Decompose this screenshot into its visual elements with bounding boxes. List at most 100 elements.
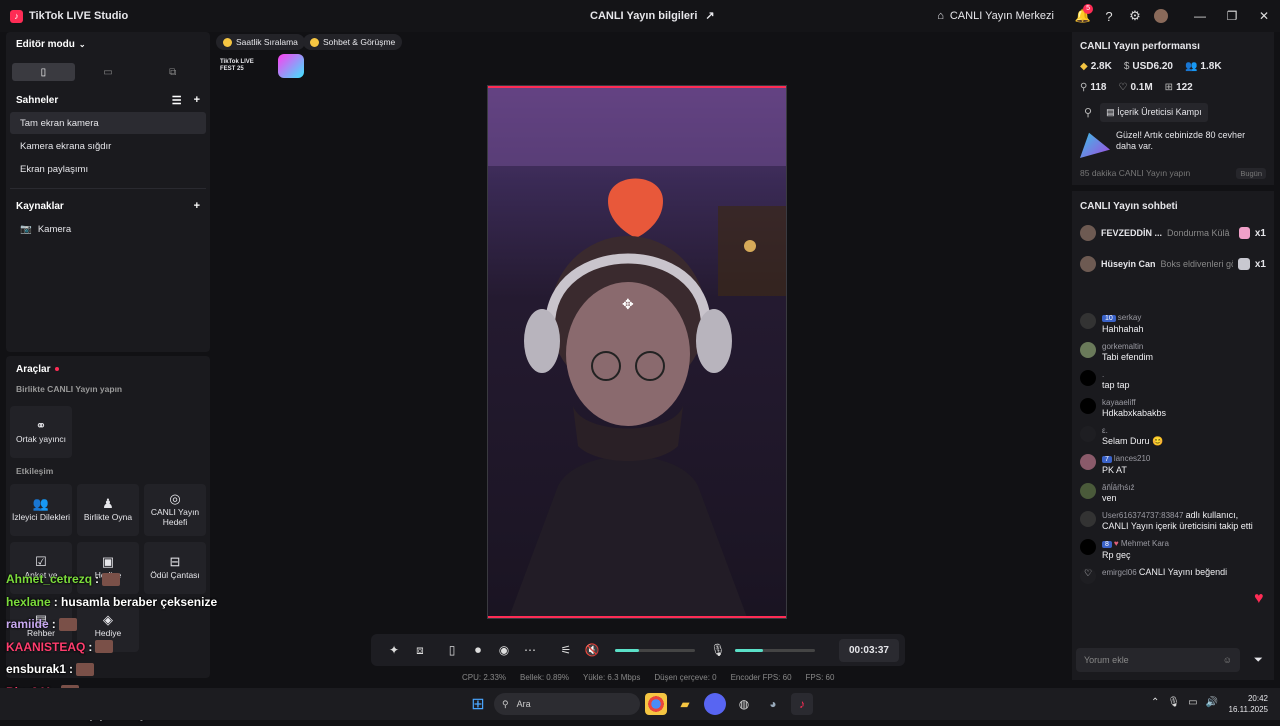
stat-value: USD6.20 (1132, 61, 1173, 72)
task-text: 85 dakika CANLI Yayın yapın (1080, 168, 1191, 178)
dual-mode-button[interactable]: ⧉ (141, 63, 204, 81)
avatar (1080, 313, 1096, 329)
display-icon[interactable]: ▭ (1188, 697, 1197, 708)
volume-icon[interactable]: 🔊 (1206, 697, 1218, 708)
chrome-icon[interactable] (645, 693, 667, 715)
overlay-chat-line: ensburak1: (6, 658, 217, 681)
more-button[interactable]: ⋯ (517, 637, 543, 663)
taskbar-search[interactable]: ⚲ Ara (494, 693, 640, 715)
sliders-icon: ⚟ (560, 643, 572, 657)
creator-camp-button[interactable]: ▤ İçerik Üreticisi Kampı (1100, 103, 1208, 122)
chat-meet-pill[interactable]: Sohbet & Görüşme (303, 34, 403, 50)
level-badge: 8 (1102, 541, 1112, 548)
emoji-icon[interactable]: ☺ (1223, 655, 1232, 665)
mic-button[interactable]: 🎙 (705, 637, 731, 663)
speaker-muted-icon: 🔇 (584, 643, 600, 657)
effects-button[interactable]: ⧈ (407, 637, 433, 663)
add-source-icon[interactable]: + (194, 200, 200, 212)
portrait-mode-button[interactable]: ▯ (12, 63, 75, 81)
minimize-button[interactable]: — (1184, 0, 1216, 32)
chat-text: tap tap (1102, 380, 1130, 390)
search-placeholder: Ara (516, 699, 531, 709)
camera-settings-button[interactable]: ◉ (491, 637, 517, 663)
scene-item[interactable]: Tam ekran kamera (10, 112, 206, 134)
chat-user[interactable]: kayaaeliff (1102, 397, 1166, 408)
chevron-up-icon[interactable]: ⌃ (1151, 697, 1159, 708)
stat-diamonds: ◆ 2.8K (1080, 61, 1112, 72)
camp-label: İçerik Üreticisi Kampı (1117, 107, 1202, 117)
chat-user[interactable]: Mehmet Kara (1121, 539, 1169, 548)
add-scene-icon[interactable]: + (194, 94, 200, 107)
viewer-requests-tool[interactable]: 👥 İzleyici Dilekleri (10, 484, 72, 536)
fest-logo: TikTok LIVE FEST 25 (220, 59, 254, 72)
stream-timer: 00:03:37 (838, 638, 899, 662)
editor-mode-dropdown[interactable]: Editör modu ⌄ (6, 33, 210, 55)
overlay-chat-line: Ahmet_cetrezq: (6, 568, 217, 591)
avatar (1080, 426, 1096, 442)
app-name: TikTok LIVE Studio (29, 10, 129, 22)
coin-icon (310, 37, 319, 47)
chat-user[interactable]: gorkemaltin (1102, 341, 1153, 352)
folder-icon[interactable]: ▰ (674, 693, 696, 715)
landscape-mode-button[interactable]: ▭ (77, 63, 140, 81)
microphone-icon: 🎙 (710, 643, 726, 657)
chat-user[interactable]: serkay (1118, 313, 1142, 322)
phone-icon: ▯ (448, 643, 456, 657)
close-button[interactable]: ✕ (1248, 0, 1280, 32)
chat-text: Selam Duru 😊 (1102, 436, 1164, 446)
tiktok-live-studio-icon[interactable]: ♪ (791, 693, 813, 715)
comment-input[interactable]: Yorum ekle ☺ (1076, 648, 1240, 672)
maximize-button[interactable]: ❐ (1216, 0, 1248, 32)
scene-item[interactable]: Kamera ekrana sığdır (10, 135, 206, 157)
chat-message: ǎňĺǎŕhśıź ven (1072, 482, 1274, 504)
person-edit-icon[interactable]: ⚲ (1084, 106, 1092, 119)
gift-row: Hüseyin Can Boks eldivenleri gö x1 (1072, 252, 1274, 276)
filter-icon[interactable]: ⏷ (1254, 654, 1263, 667)
play-together-tool[interactable]: ♟ Birlikte Oyna (77, 484, 139, 536)
share-icon[interactable]: ↗ (705, 9, 714, 22)
profile-button[interactable] (1148, 0, 1174, 32)
tools-header: Araçlar (6, 356, 210, 382)
camera-preview[interactable]: ✥ (487, 85, 787, 619)
record-button[interactable]: ⏺ (465, 637, 491, 663)
overlay-chat-text: : (88, 639, 93, 654)
stat-value: 118 (1090, 82, 1107, 93)
orientation-button[interactable]: ▯ (439, 637, 465, 663)
steam-icon[interactable]: ◕ (762, 693, 784, 715)
windows-start-icon[interactable]: ⊞ (467, 693, 489, 715)
speaker-mute-button[interactable]: 🔇 (579, 637, 605, 663)
preview-stage: Saatlik Sıralama Sohbet & Görüşme TikTok… (216, 32, 1066, 682)
live-goal-tool[interactable]: ◎ CANLI Yayın Hedefi (144, 484, 206, 536)
chat-user[interactable]: emirgcl06 (1102, 568, 1137, 577)
collab-label: Birlikte CANLI Yayın yapın (16, 384, 123, 394)
settings-button[interactable]: ⚙ (1122, 0, 1148, 32)
source-item[interactable]: 📷 Kamera (10, 218, 206, 240)
help-button[interactable]: ? (1096, 0, 1122, 32)
overlay-chat-user: KAANISTEAQ (6, 639, 86, 654)
mic-volume-slider[interactable] (735, 648, 815, 652)
gift-text: Dondurma Külâ (1167, 228, 1230, 238)
chat-user[interactable]: User616374737:83847 (1102, 511, 1183, 520)
speaker-volume-slider[interactable] (615, 648, 695, 652)
app-icon[interactable]: ◍ (733, 693, 755, 715)
taskbar-clock[interactable]: 20:42 16.11.2025 (1229, 693, 1268, 715)
creator-camp-row: ⚲ ▤ İçerik Üreticisi Kampı (1072, 103, 1274, 122)
memory-stat: Bellek: 0.89% (520, 673, 569, 682)
chat-user[interactable]: ǎňĺǎŕhśıź (1102, 482, 1134, 493)
hourly-ranking-pill[interactable]: Saatlik Sıralama (216, 34, 305, 50)
notification-button[interactable]: 🔔 5 (1070, 0, 1096, 32)
list-icon[interactable]: ☰ (172, 94, 182, 107)
chat-message: 10 serkay Hahhahah (1072, 312, 1274, 335)
scene-item[interactable]: Ekran paylaşımı (10, 158, 206, 180)
chat-user[interactable]: ε. (1102, 425, 1163, 436)
magic-wand-button[interactable]: ✦ (381, 637, 407, 663)
mic-tray-icon[interactable]: 🎙 (1167, 697, 1180, 708)
chat-user[interactable]: . (1102, 369, 1130, 380)
audio-settings-button[interactable]: ⚟ (553, 637, 579, 663)
live-info-title[interactable]: CANLI Yayın bilgileri ↗ (590, 9, 715, 23)
discord-icon[interactable] (704, 693, 726, 715)
coin-icon (223, 37, 232, 47)
chat-user[interactable]: lances210 (1114, 454, 1150, 463)
live-center-button[interactable]: ⌂ CANLI Yayın Merkezi (937, 10, 1054, 22)
cohost-tool[interactable]: ⚭ Ortak yayıncı (10, 406, 72, 458)
